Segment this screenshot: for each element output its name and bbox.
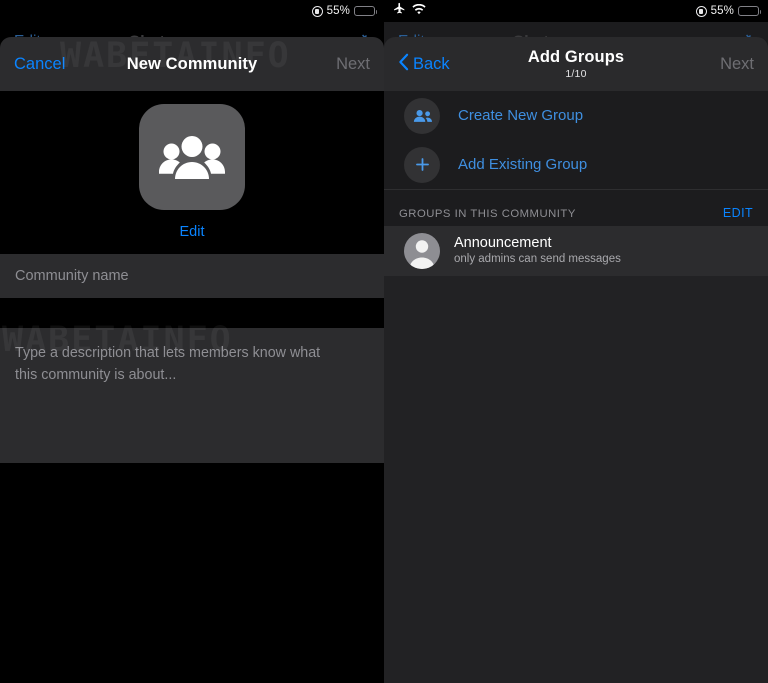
chevron-left-icon (398, 53, 409, 76)
airplane-mode-icon (393, 2, 406, 20)
low-power-mode-icon (696, 6, 707, 17)
people-icon (404, 98, 440, 134)
edit-avatar-link[interactable]: Edit (180, 224, 205, 240)
group-subtitle: only admins can send messages (454, 252, 621, 267)
plus-icon (404, 147, 440, 183)
person-placeholder-icon (404, 233, 440, 269)
create-new-group-row[interactable]: Create New Group (384, 91, 768, 140)
next-button[interactable]: Next (336, 55, 370, 74)
community-avatar-block: Edit (0, 91, 384, 254)
community-description-field[interactable]: Type a description that lets members kno… (0, 328, 384, 463)
group-name: Announcement (454, 235, 621, 252)
group-actions-list: Create New Group Add Existing Group (384, 91, 768, 190)
page-title: Add Groups (528, 48, 624, 67)
status-bar-right: 55% (384, 0, 768, 22)
community-name-field[interactable]: Community name (0, 254, 384, 298)
community-description-placeholder: Type a description that lets members kno… (15, 342, 345, 386)
back-button-label: Back (413, 55, 450, 74)
table-row[interactable]: Announcement only admins can send messag… (384, 226, 768, 276)
right-empty-area (384, 276, 768, 683)
field-gap (0, 298, 384, 328)
community-name-placeholder: Community name (15, 268, 129, 284)
battery-icon-right (738, 6, 759, 17)
groups-section-header: GROUPS IN THIS COMMUNITY EDIT (384, 190, 768, 226)
add-groups-sheet: Back Add Groups 1/10 Next (384, 37, 768, 683)
page-title: New Community (127, 55, 258, 74)
right-panel-add-groups: Edit Chats (384, 0, 768, 683)
back-button[interactable]: Back (398, 53, 450, 76)
add-existing-group-label: Add Existing Group (458, 156, 587, 173)
wifi-icon (412, 2, 426, 20)
group-count-subtitle: 1/10 (565, 68, 586, 80)
groups-section-title: GROUPS IN THIS COMMUNITY (399, 208, 576, 220)
groups-section-edit-button[interactable]: EDIT (723, 206, 753, 220)
new-community-navbar: Cancel New Community Next (0, 37, 384, 91)
battery-percent-right: 55% (711, 5, 734, 17)
cancel-button[interactable]: Cancel (14, 55, 65, 74)
battery-icon-left (354, 6, 375, 17)
battery-percent-left: 55% (327, 5, 350, 17)
add-existing-group-row[interactable]: Add Existing Group (384, 140, 768, 189)
left-panel-new-community: Edit Chats 55% Cancel New Community (0, 0, 384, 683)
add-groups-body: Create New Group Add Existing Group GROU… (384, 91, 768, 683)
new-community-sheet: Cancel New Community Next (0, 37, 384, 683)
low-power-mode-icon (312, 6, 323, 17)
next-button[interactable]: Next (720, 55, 754, 74)
create-new-group-label: Create New Group (458, 107, 583, 124)
add-groups-navbar: Back Add Groups 1/10 Next (384, 37, 768, 91)
community-group-icon[interactable] (139, 104, 245, 210)
dual-screenshot-container: Edit Chats 55% Cancel New Community (0, 0, 768, 683)
group-text-block: Announcement only admins can send messag… (454, 235, 621, 267)
status-bar-left: 55% (0, 0, 384, 22)
